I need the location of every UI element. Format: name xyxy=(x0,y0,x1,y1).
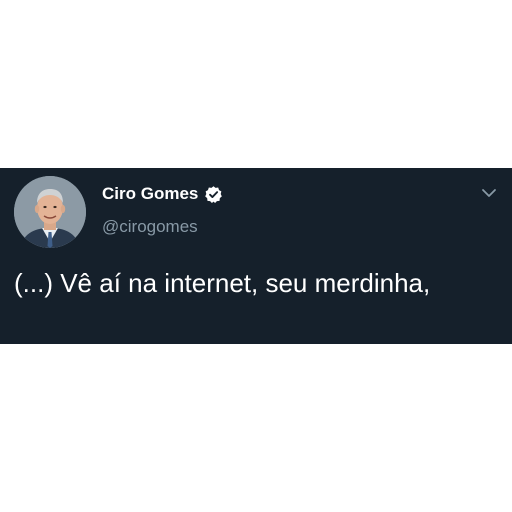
tweet-text: (...) Vê aí na internet, seu merdinha, xyxy=(14,268,431,298)
verified-badge-icon xyxy=(204,185,223,204)
display-name[interactable]: Ciro Gomes xyxy=(102,183,198,205)
author-name-row: Ciro Gomes xyxy=(102,183,223,205)
tweet-card[interactable]: Ciro Gomes @cirogomes (...) Vê aí na int… xyxy=(0,168,512,344)
avatar[interactable] xyxy=(14,176,86,248)
author-handle[interactable]: @cirogomes xyxy=(102,216,198,238)
avatar-photo xyxy=(14,176,86,248)
chevron-down-icon[interactable] xyxy=(480,186,498,198)
